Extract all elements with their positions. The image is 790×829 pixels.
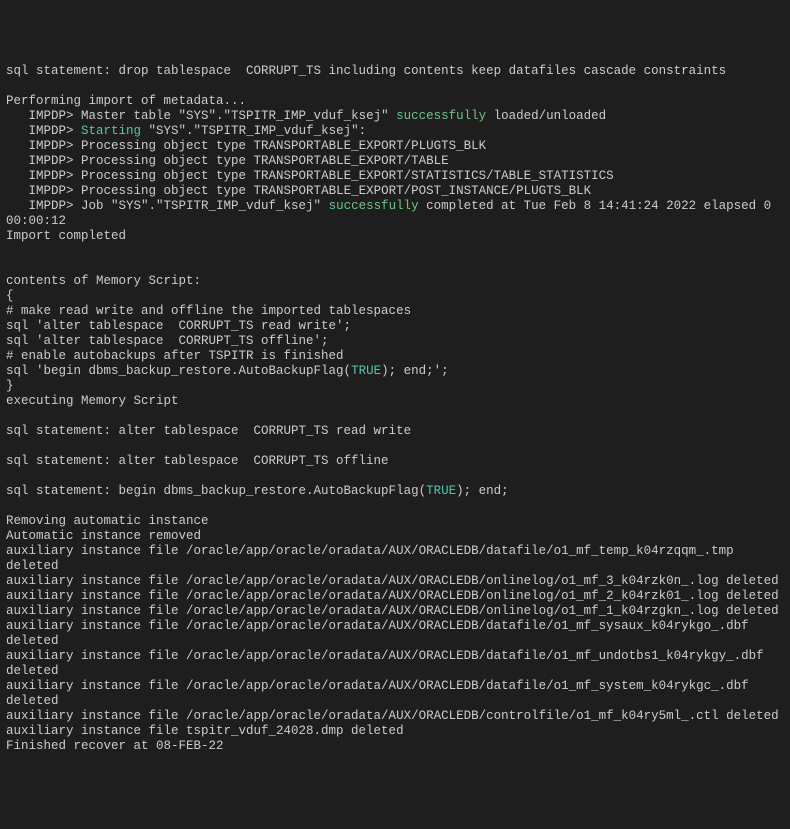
terminal-text-segment: auxiliary instance file /oracle/app/orac… <box>6 544 741 573</box>
terminal-text-segment: sql statement: alter tablespace CORRUPT_… <box>6 454 389 468</box>
terminal-text-segment: } <box>6 379 14 393</box>
terminal-text-segment: sql statement: drop tablespace CORRUPT_T… <box>6 64 726 78</box>
terminal-text-segment: Automatic instance removed <box>6 529 201 543</box>
terminal-text-segment: IMPDP> Master table "SYS"."TSPITR_IMP_vd… <box>6 109 396 123</box>
terminal-text-segment: auxiliary instance file /oracle/app/orac… <box>6 589 779 603</box>
terminal-text-segment: "SYS"."TSPITR_IMP_vduf_ksej": <box>141 124 366 138</box>
terminal-text-segment: sql statement: begin dbms_backup_restore… <box>6 484 426 498</box>
terminal-text-segment: IMPDP> Processing object type TRANSPORTA… <box>6 154 449 168</box>
terminal-text-segment: Import completed <box>6 229 126 243</box>
terminal-text-segment: IMPDP> Job "SYS"."TSPITR_IMP_vduf_ksej" <box>6 199 329 213</box>
terminal-text-segment: auxiliary instance file tspitr_vduf_2402… <box>6 724 404 738</box>
terminal-text-segment: auxiliary instance file /oracle/app/orac… <box>6 679 756 708</box>
terminal-text-segment: auxiliary instance file /oracle/app/orac… <box>6 604 779 618</box>
terminal-text-segment: sql 'alter tablespace CORRUPT_TS offline… <box>6 334 329 348</box>
terminal-text-segment: Starting <box>81 124 141 138</box>
terminal-text-segment: TRUE <box>426 484 456 498</box>
terminal-text-segment: Performing import of metadata... <box>6 94 246 108</box>
terminal-text-segment: sql 'alter tablespace CORRUPT_TS read wr… <box>6 319 351 333</box>
terminal-text-segment: sql 'begin dbms_backup_restore.AutoBacku… <box>6 364 351 378</box>
terminal-text-segment: IMPDP> <box>6 124 81 138</box>
terminal-text-segment: ); end; <box>456 484 509 498</box>
terminal-text-segment: # enable autobackups after TSPITR is fin… <box>6 349 344 363</box>
terminal-text-segment: auxiliary instance file /oracle/app/orac… <box>6 649 771 678</box>
terminal-text-segment: auxiliary instance file /oracle/app/orac… <box>6 574 779 588</box>
terminal-text-segment: ); end;'; <box>381 364 449 378</box>
terminal-text-segment: IMPDP> Processing object type TRANSPORTA… <box>6 184 591 198</box>
terminal-text-segment: TRUE <box>351 364 381 378</box>
terminal-text-segment: # make read write and offline the import… <box>6 304 411 318</box>
terminal-text-segment: executing Memory Script <box>6 394 179 408</box>
terminal-text-segment: successfully <box>396 109 486 123</box>
terminal-text-segment: contents of Memory Script: <box>6 274 201 288</box>
terminal-text-segment: successfully <box>329 199 419 213</box>
terminal-text-segment: auxiliary instance file /oracle/app/orac… <box>6 619 756 648</box>
terminal-text-segment: auxiliary instance file /oracle/app/orac… <box>6 709 779 723</box>
terminal-text-segment: IMPDP> Processing object type TRANSPORTA… <box>6 169 614 183</box>
terminal-output: sql statement: drop tablespace CORRUPT_T… <box>6 64 784 754</box>
terminal-text-segment: IMPDP> Processing object type TRANSPORTA… <box>6 139 486 153</box>
terminal-text-segment: sql statement: alter tablespace CORRUPT_… <box>6 424 411 438</box>
terminal-text-segment: Removing automatic instance <box>6 514 209 528</box>
terminal-text-segment: loaded/unloaded <box>486 109 606 123</box>
terminal-text-segment: Finished recover at 08-FEB-22 <box>6 739 224 753</box>
terminal-text-segment: { <box>6 289 14 303</box>
